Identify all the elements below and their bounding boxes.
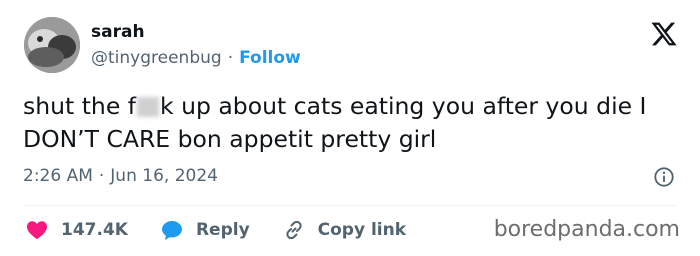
censor-blur <box>137 97 160 117</box>
tweet-text: shut the fk up about cats eating you aft… <box>23 90 673 156</box>
action-bar: 147.4K Reply Copy link <box>25 218 438 242</box>
handle-separator: · <box>227 48 234 68</box>
author-name[interactable]: sarah <box>91 22 145 42</box>
info-icon[interactable] <box>653 166 675 188</box>
heart-icon <box>27 221 47 240</box>
follow-button[interactable]: Follow <box>239 48 301 68</box>
timestamp-separator: · <box>98 166 105 186</box>
tweet-timestamp[interactable]: 2:26 AM · Jun 16, 2024 <box>23 166 218 186</box>
link-icon <box>286 220 302 240</box>
like-button[interactable]: 147.4K <box>25 218 128 242</box>
x-logo-icon[interactable] <box>650 20 678 48</box>
copy-link-button[interactable]: Copy link <box>282 218 406 242</box>
avatar[interactable] <box>24 17 80 73</box>
author-handle[interactable]: @tinygreenbug <box>91 48 222 68</box>
tweet-time[interactable]: 2:26 AM <box>23 166 93 186</box>
tweet-date[interactable]: Jun 16, 2024 <box>110 166 218 186</box>
tweet-text-start: shut the f <box>23 92 137 120</box>
divider <box>23 205 677 206</box>
author-handle-row: @tinygreenbug · Follow <box>91 48 301 68</box>
watermark: boredpanda.com <box>493 217 680 242</box>
avatar-image <box>24 17 80 73</box>
reply-bubble-icon <box>161 221 182 240</box>
like-count: 147.4K <box>61 220 128 240</box>
reply-button[interactable]: Reply <box>160 218 250 242</box>
reply-label: Reply <box>195 220 250 240</box>
copy-link-label: Copy link <box>317 220 407 240</box>
